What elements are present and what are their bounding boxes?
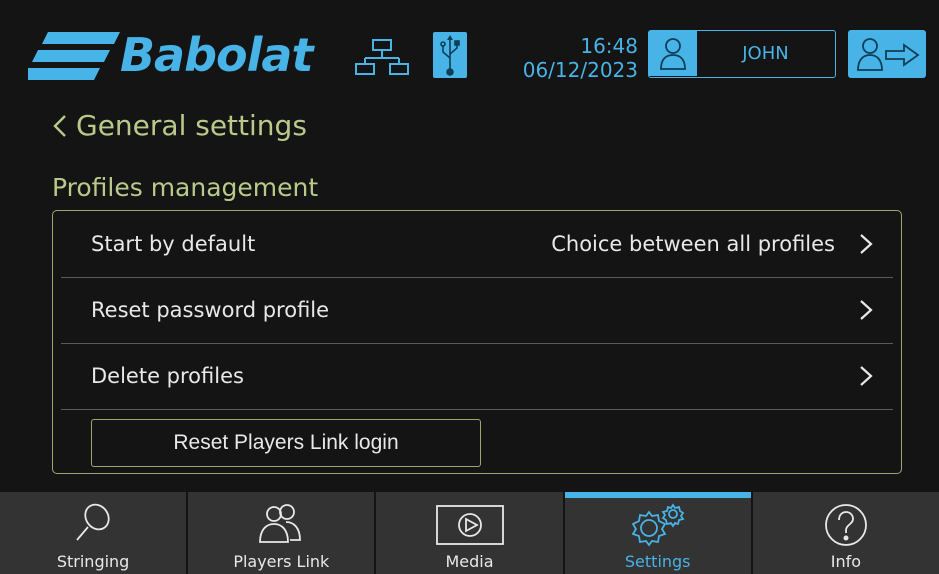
setting-row-label: Delete profiles xyxy=(91,364,244,388)
tab-info[interactable]: Info xyxy=(752,492,939,574)
setting-row-start-by-default[interactable]: Start by default Choice between all prof… xyxy=(61,211,893,278)
question-icon xyxy=(825,504,867,546)
section-title: Profiles management xyxy=(52,173,319,202)
chevron-right-icon xyxy=(860,300,873,320)
clock-date: 06/12/2023 xyxy=(522,58,638,82)
babolat-swoosh-icon xyxy=(28,32,120,80)
racket-icon xyxy=(76,503,110,541)
usb-icon[interactable] xyxy=(433,32,467,78)
gears-icon xyxy=(631,503,685,547)
tab-stringing[interactable]: Stringing xyxy=(0,492,189,574)
clock-time: 16:48 xyxy=(580,34,638,58)
setting-row-value: Choice between all profiles xyxy=(551,232,835,256)
players-icon xyxy=(259,504,302,543)
user-icon xyxy=(649,31,697,76)
network-icon xyxy=(355,39,409,75)
back-link-label: General settings xyxy=(76,109,307,142)
tab-players-link[interactable]: Players Link xyxy=(188,492,377,574)
tab-label: Settings xyxy=(624,552,691,571)
tab-label: Players Link xyxy=(233,552,330,571)
profiles-panel: Start by default Choice between all prof… xyxy=(52,210,902,474)
setting-row-reset-password[interactable]: Reset password profile xyxy=(61,277,893,344)
usb-glyph xyxy=(440,35,460,76)
screen: Babolat 16:48 06/12/2023 JOHN General se… xyxy=(0,0,939,574)
chevron-left-icon xyxy=(53,115,66,137)
tab-label: Stringing xyxy=(56,552,130,571)
user-name: JOHN xyxy=(742,43,789,64)
tab-label: Info xyxy=(830,552,862,571)
reset-players-link-button[interactable]: Reset Players Link login xyxy=(91,419,481,467)
setting-row-label: Reset password profile xyxy=(91,298,330,322)
logout-button[interactable] xyxy=(848,30,926,78)
bottom-nav: Stringing Players Link Media Settings In… xyxy=(0,492,939,574)
chevron-right-icon xyxy=(860,234,873,254)
user-selector[interactable]: JOHN xyxy=(648,30,836,78)
play-icon xyxy=(435,505,504,545)
setting-row-label: Start by default xyxy=(91,232,256,256)
user-glyph xyxy=(660,38,686,70)
top-bar: Babolat 16:48 06/12/2023 JOHN xyxy=(0,0,939,96)
tab-label: Media xyxy=(445,552,494,571)
logout-icon xyxy=(857,38,920,71)
tab-settings[interactable]: Settings xyxy=(564,492,753,574)
brand-logo: Babolat xyxy=(28,26,348,86)
setting-row-delete-profiles[interactable]: Delete profiles xyxy=(61,343,893,410)
back-link[interactable]: General settings xyxy=(52,106,307,146)
clock: 16:48 06/12/2023 xyxy=(500,34,638,82)
brand-wordmark: Babolat xyxy=(120,28,313,82)
chevron-right-icon xyxy=(860,366,873,386)
tab-media[interactable]: Media xyxy=(376,492,565,574)
